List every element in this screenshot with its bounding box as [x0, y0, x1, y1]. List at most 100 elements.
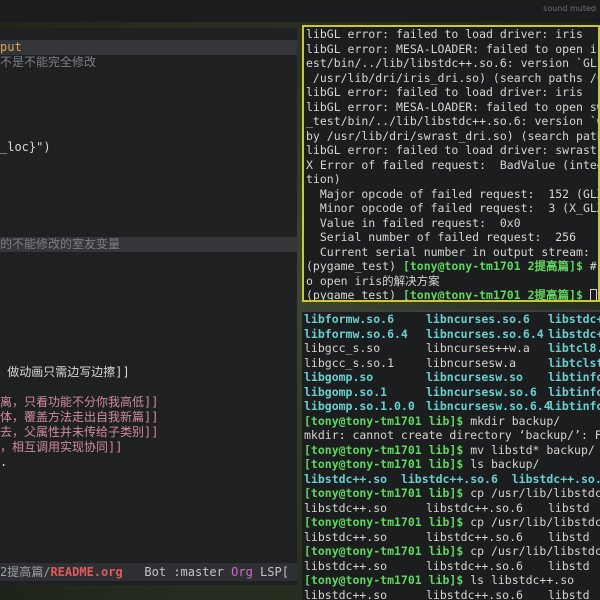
modeline-branch: :master — [173, 565, 224, 579]
file-entry: libstd — [548, 558, 590, 573]
prompt-env: (pygame_test) — [306, 259, 397, 273]
terminal-line: [tony@tony-tm1701 lib]$ mkdir backup/ — [302, 414, 600, 429]
terminal-line: libstdc++.so libstdc++.so.6 libstdc++.so… — [302, 472, 600, 487]
terminal-line: [tony@tony-tm1701 lib]$ cp /usr/lib/libs… — [302, 486, 600, 501]
file-entry: libgomp.so.1 — [304, 384, 388, 399]
terminal-line: [tony@tony-tm1701 lib]$ cp /usr/lib/libs… — [302, 515, 600, 530]
prompt-end: ]$ — [569, 259, 583, 273]
terminal-cursor — [589, 289, 597, 300]
terminal-line: Major opcode of failed request: 152 (GLX… — [306, 186, 600, 201]
file-entry: libtclstu — [548, 355, 600, 370]
file-entry: libgomp.so — [304, 370, 374, 384]
terminal-line: Serial number of failed request: 256 — [306, 230, 577, 244]
file-entry: libstdc++.so — [304, 529, 388, 544]
command-text: mkdir backup/ — [463, 413, 561, 428]
prompt-user: [tony@tony-tm1701 — [402, 288, 521, 302]
editor-line: . — [0, 455, 8, 469]
prompt-dir: 2提高篇 — [520, 288, 570, 302]
prompt-user: [tony@tony-tm1701 — [402, 259, 521, 273]
file-entry: libncurses++w.a — [426, 341, 530, 355]
prompt-end: ]$ — [449, 442, 464, 457]
editor-window[interactable]: put 不是不能完全修改 _loc}") 的不能修改的室友变量 做动画只需边写边擦]]… — [0, 28, 297, 585]
terminal-line: o open iris的解决方案 — [306, 273, 440, 288]
prompt-dir: 2提高篇 — [520, 259, 570, 273]
prompt-dir: lib — [421, 573, 450, 587]
file-entry: libncurses.so.6 — [426, 312, 530, 326]
prompt-end: ]$ — [569, 288, 583, 302]
prompt-end: ]$ — [449, 515, 464, 529]
file-entry: libformw.so.6.4 — [304, 326, 408, 341]
prompt-user: [tony@tony-tm1701 — [304, 515, 422, 529]
editor-line: 离，只看功能不分你我高低]] — [0, 395, 159, 409]
terminal-line: est/bin/../lib/libstdc++.so.6: version `… — [306, 56, 600, 70]
prompt-end: ]$ — [449, 544, 464, 558]
file-entry: libtcl8.6 — [548, 341, 600, 355]
terminal-line: Value in failed request: 0x0 — [306, 215, 521, 230]
terminal-line: libstdc++.so libstdc++.so.6 libstd — [302, 588, 600, 600]
prompt-end: ]$ — [449, 573, 464, 587]
terminal-line: _test/bin/../lib/libstdc++.so.6: version… — [306, 114, 600, 128]
prompt-end: ]$ — [449, 413, 464, 428]
prompt-dir: lib — [421, 457, 450, 471]
terminal-line: libformw.so.6 libncurses.so.6 libstdc++ — [302, 312, 600, 327]
terminal-line: libgomp.so libncursesw.so libtinfo — [302, 370, 600, 385]
terminal-line: libGL error: failed to load driver: iris — [306, 85, 583, 99]
terminal-line: libformw.so.6.4 libncurses.so.6.4 libstdc+… — [302, 327, 600, 342]
modeline-mode: Org — [231, 565, 253, 579]
prompt-user: [tony@tony-tm1701 — [304, 442, 422, 457]
terminal-line: [tony@tony-tm1701 lib]$ cp /usr/lib/libs… — [302, 544, 600, 559]
terminal-line: libGL error: failed to load driver: iris — [306, 27, 583, 41]
terminal-line: libGL error: MESA-LOADER: failed to open… — [306, 99, 600, 114]
prompt-user: [tony@tony-tm1701 — [304, 413, 422, 428]
terminal-line: [tony@tony-tm1701 lib]$ ls backup/ — [302, 457, 600, 472]
prompt-user: [tony@tony-tm1701 — [304, 544, 422, 558]
terminal-line: libGL error: MESA-LOADER: failed to open… — [306, 41, 600, 56]
editor-line: put — [0, 40, 297, 55]
command-text: cp /usr/lib/libstdc++.so. — [470, 515, 600, 529]
terminal-line: [tony@tony-tm1701 lib]$ mv libstd* backu… — [302, 443, 600, 458]
file-entry: libtinfo — [548, 370, 600, 384]
prompt-user: [tony@tony-tm1701 — [304, 573, 422, 587]
command-text: ls backup/ — [463, 457, 540, 471]
file-entry: libncursesw.a — [426, 355, 517, 370]
top-bar: sound muted — [0, 0, 600, 22]
file-entry: libtinfo. — [548, 399, 600, 413]
file-entry: libgomp.so.1.0.0 — [304, 399, 415, 413]
editor-line: 的不能修改的室友变量 — [0, 237, 297, 252]
terminal-line: libgomp.so.1.0.0 libncursesw.so.6.4libtin… — [302, 399, 600, 414]
terminal-line: Current serial number in output stream: … — [306, 244, 600, 259]
terminal-line: libstdc++.so libstdc++.so.6 libstd — [302, 559, 600, 574]
command-text: ls libstdc++.so — [463, 573, 575, 587]
prompt-dir: lib — [421, 442, 450, 457]
file-entry: libstdc++.so — [304, 558, 388, 573]
terminal-line: libgcc_s.so.1 libncursesw.a libtclstu — [302, 356, 600, 371]
terminal-line: libGL error: failed to load driver: swra… — [306, 143, 597, 157]
editor-line: 做动画只需边写边擦]] — [0, 365, 130, 379]
editor-line: 体，覆盖方法走出自我新篇]] — [0, 410, 159, 424]
terminal-line: libstdc++.so libstdc++.so.6 libstd — [302, 530, 600, 545]
file-entry: libstdc++.so — [304, 471, 388, 486]
prompt-user: [tony@tony-tm1701 — [304, 486, 422, 500]
file-entry: libstdc++.so — [304, 587, 388, 600]
file-entry: libstdc++.so.6 — [400, 471, 498, 486]
command-text: # T — [589, 259, 597, 273]
file-entry: libstdc++ — [548, 312, 600, 326]
prompt-env: (pygame_test) — [306, 288, 397, 302]
modeline-lsp: LSP[ — [260, 565, 289, 579]
terminal-line: (pygame_test) [tony@tony-tm1701 2提高篇]$ #… — [304, 259, 598, 274]
terminal-line: X Error of failed request: BadValue (int… — [306, 157, 600, 172]
terminal-top[interactable]: libGL error: failed to load driver: iris… — [302, 25, 600, 302]
file-entry: libstdc++ — [548, 326, 600, 341]
file-entry: libstdc++.so.6 — [426, 529, 523, 544]
terminal-line: /usr/lib/dri/iris_dri.so) (search paths … — [306, 70, 600, 85]
terminal-bottom[interactable]: libformw.so.6libncurses.so.6libstdc++lib… — [302, 310, 600, 600]
file-entry: libstdc++.so.6 — [426, 587, 523, 600]
file-entry: libstdc++.so.6 — [426, 558, 523, 573]
command-text — [583, 288, 590, 300]
terminal-line: libgcc_s.so libncurses++w.a libtcl8.6 — [302, 341, 600, 356]
prompt-user: [tony@tony-tm1701 — [304, 457, 422, 471]
file-entry: libstd — [548, 587, 590, 600]
terminal-line: libgomp.so.1 libncursesw.so.6 libtinfo. — [302, 385, 600, 400]
file-entry: libgcc_s.so — [304, 341, 381, 355]
command-text: mv libstd* backup/ — [463, 442, 595, 457]
